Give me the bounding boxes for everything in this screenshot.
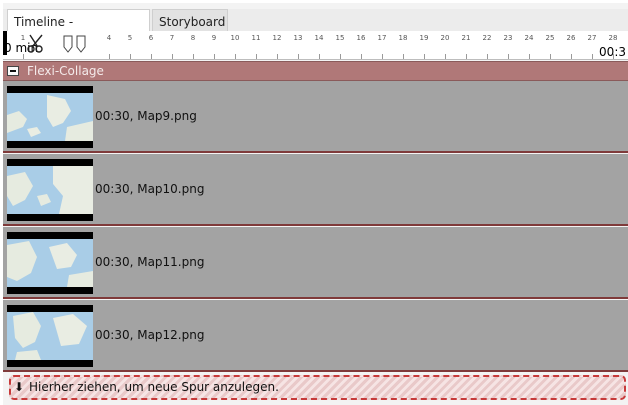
marker-right-icon[interactable] [76,35,86,53]
ruler-tick-label: 24 [524,34,534,42]
tab-storyboard[interactable]: Storyboard [152,9,228,33]
ruler-tick-label: 4 [106,34,112,42]
map-thumbnail[interactable] [7,86,93,148]
ruler-tick-mark [445,54,446,59]
ruler-tick-mark [529,54,530,59]
ruler-tick-label: 14 [314,34,324,42]
ruler-tick-mark [193,54,194,59]
ruler-tick-mark [109,54,110,59]
map-thumbnail[interactable] [7,232,93,294]
ruler-tick-mark [592,54,593,59]
track-row[interactable]: 00:30, Map9.png [3,81,628,153]
ruler-tick-mark [151,54,152,59]
ruler-tick-label: 28 [608,34,618,42]
ruler-tick-label: 10 [230,34,240,42]
ruler-tick-label: 26 [566,34,576,42]
ruler-tick-mark [508,54,509,59]
marker-left-icon[interactable] [63,35,73,53]
tab-timeline[interactable]: Timeline - Spuransicht [7,9,150,53]
track-row[interactable]: 00:30, Map11.png [3,227,628,299]
map-image [7,166,93,214]
dropzone-label: Hierher ziehen, um neue Spur anzulegen. [29,380,279,394]
ruler-tick-mark [340,54,341,59]
ruler-tick-mark [319,54,320,59]
ruler-tick-label: 18 [398,34,408,42]
ruler-tick-label: 15 [335,34,345,42]
track-row[interactable]: 00:30, Map10.png [3,154,628,226]
ruler-tick-mark [487,54,488,59]
ruler-tick-mark [256,54,257,59]
ruler-tick-label: 21 [461,34,471,42]
map-thumbnail[interactable] [7,159,93,221]
ruler-tick-mark [23,54,24,59]
ruler-tick-mark [550,54,551,59]
collapse-icon[interactable] [7,66,19,76]
ruler-tick-label: 5 [127,34,133,42]
ruler-tick-mark [466,54,467,59]
map-thumbnail[interactable] [7,305,93,367]
map-image [7,239,93,287]
ruler-tick-label: 25 [545,34,555,42]
ruler-tick-mark [130,54,131,59]
ruler-end-label: 00:3 [599,45,626,59]
ruler-tick-mark [382,54,383,59]
ruler-tick-label: 13 [293,34,303,42]
track-row[interactable]: 00:30, Map12.png [3,300,628,372]
arrow-down-icon: ⬇ [14,380,25,394]
ruler-tick-label: 6 [148,34,154,42]
ruler-tick-mark [361,54,362,59]
ruler-tick-label: 8 [190,34,196,42]
ruler-tick-label: 1 [20,34,26,42]
track-label: 00:30, Map11.png [95,255,205,269]
ruler-tick-label: 7 [169,34,175,42]
ruler-tick-mark [298,54,299,59]
ruler-tick-label: 9 [211,34,217,42]
ruler-tick-label: 27 [587,34,597,42]
ruler-tick-label: 16 [356,34,366,42]
ruler-tick-mark [424,54,425,59]
collage-title: Flexi-Collage [27,64,104,78]
ruler-tick-label: 11 [251,34,261,42]
ruler-tick-mark [571,54,572,59]
track-label: 00:30, Map12.png [95,328,205,342]
track-label: 00:30, Map10.png [95,182,205,196]
ruler-tick-label: 17 [377,34,387,42]
collage-header[interactable]: Flexi-Collage [3,61,628,81]
ruler-tick-label: 12 [272,34,282,42]
ruler-tick-mark [235,54,236,59]
map-image [7,312,93,360]
ruler-tick-mark [172,54,173,59]
ruler-tick-label: 23 [503,34,513,42]
ruler-tick-mark [403,54,404,59]
ruler-tick-mark [214,54,215,59]
ruler-tick-label: 19 [419,34,429,42]
ruler-tick-label: 20 [440,34,450,42]
ruler-tick-label: 22 [482,34,492,42]
track-label: 00:30, Map9.png [95,109,197,123]
new-track-dropzone[interactable]: ⬇ Hierher ziehen, um neue Spur anzulegen… [9,375,626,400]
timeline-ruler[interactable]: 0 min 1 4 5 6 7 8 9 10 11 12 13 14 15 16 17 18 19 20 21 22 2… [3,31,628,60]
map-image [7,93,93,141]
ruler-tick-mark [277,54,278,59]
